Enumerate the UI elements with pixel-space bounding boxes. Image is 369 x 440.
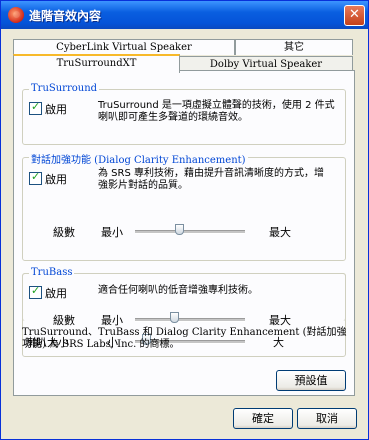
tab-cyberlink-virtual-speaker[interactable]: CyberLink Virtual Speaker [13,39,235,55]
dialog-clarity-group: 對話加強功能 (Dialog Clarity Enhancement) 啟用 為… [22,151,346,261]
cancel-button[interactable]: 取消 [297,408,357,429]
tab-other[interactable]: 其它 [235,39,353,55]
default-button[interactable]: 預設值 [276,370,346,391]
tab-label: CyberLink Virtual Speaker [56,42,192,53]
tab-panel: TruSurround 啟用 TruSurround 是一項虛擬立體聲的技術，使… [13,70,355,396]
trubass-enable-checkbox[interactable] [29,284,42,299]
title-bar[interactable]: 進階音效內容 ✕ [1,1,368,29]
trubass-level-slider[interactable] [135,318,245,322]
dialog-window: 進階音效內容 ✕ CyberLink Virtual Speaker 其它 Tr… [0,0,369,440]
tab-label: TruSurroundXT [56,58,137,69]
trademark-footnote: TruSurround、TruBass 和 Dialog Clarity Enh… [22,327,347,350]
ok-button[interactable]: 確定 [233,408,293,429]
dialog-clarity-title: 對話加強功能 (Dialog Clarity Enhancement) [29,151,248,166]
trusurround-group: TruSurround 啟用 TruSurround 是一項虛擬立體聲的技術，使… [22,83,346,145]
dialog-description: 為 SRS 專利技術，藉由提升音訊清晰度的方式，增強影片對話的品質。 [98,168,325,191]
trusurround-enable-label: 啟用 [45,103,67,116]
trubass-min-label: 最小 [101,314,123,327]
trubass-enable-label: 啟用 [45,287,67,300]
app-icon [8,7,24,23]
close-icon: ✕ [349,7,360,22]
dialog-max-label: 最大 [269,226,291,239]
dialog-level-label: 級數 [53,226,75,239]
trusurround-title: TruSurround [29,83,100,94]
trubass-level-slider-thumb[interactable] [169,312,179,323]
tab-trusurroundxt[interactable]: TruSurroundXT [13,54,180,73]
tab-label: 其它 [284,42,304,53]
window-title: 進階音效內容 [29,9,102,23]
close-button[interactable]: ✕ [344,5,365,26]
trubass-level-label: 級數 [53,314,75,327]
trubass-max-label: 最大 [269,314,291,327]
dialog-level-slider[interactable] [135,230,245,234]
trusurround-description: TruSurround 是一項虛擬立體聲的技術，使用 2 件式喇叭即可產生多聲道… [98,100,335,123]
dialog-min-label: 最小 [101,226,123,239]
dialog-enable-label: 啟用 [45,173,67,186]
trusurround-enable-checkbox[interactable] [29,100,42,115]
dialog-level-slider-thumb[interactable] [175,224,184,235]
trubass-description: 適合任何喇叭的低音增強專利技術。 [98,285,258,296]
tab-label: Dolby Virtual Speaker [209,59,323,70]
dialog-enable-checkbox[interactable] [29,170,42,185]
trubass-title: TruBass [29,267,75,278]
